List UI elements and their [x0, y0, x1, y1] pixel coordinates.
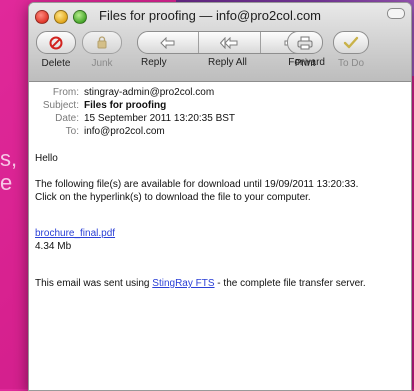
- printer-icon: [297, 36, 313, 49]
- window-controls: [35, 10, 87, 24]
- footer-text-after: - the complete file transfer server.: [214, 278, 366, 289]
- header-to: To: info@pro2col.com: [29, 125, 411, 138]
- print-button[interactable]: Print: [285, 31, 325, 69]
- subject-key: Subject:: [42, 100, 79, 111]
- message-body: Hello The following file(s) are availabl…: [29, 138, 411, 290]
- reply-all-label: Reply All: [207, 57, 247, 68]
- header-from: From: stingray-admin@pro2col.com: [29, 86, 411, 99]
- file-download-link[interactable]: brochure_final.pdf: [35, 228, 115, 239]
- print-label: Print: [294, 58, 316, 69]
- junk-button[interactable]: Junk: [81, 31, 123, 69]
- mail-window: Files for proofing — info@pro2col.com De…: [28, 2, 412, 391]
- todo-button[interactable]: To Do: [331, 31, 371, 69]
- minimize-window-button[interactable]: [54, 10, 68, 24]
- window-title: Files for proofing — info@pro2col.com: [99, 8, 322, 23]
- footer-text-before: This email was sent using: [35, 278, 153, 289]
- message-greeting: Hello: [35, 153, 58, 164]
- header-subject: Subject: Files for proofing: [29, 99, 411, 112]
- from-key: From:: [52, 87, 79, 98]
- close-window-button[interactable]: [35, 10, 49, 24]
- window-titlebar: Files for proofing — info@pro2col.com De…: [29, 3, 411, 82]
- to-value[interactable]: info@pro2col.com: [84, 125, 165, 138]
- reply-arrow-icon: [160, 36, 175, 49]
- date-value: 15 September 2011 13:20:35 BST: [84, 113, 236, 124]
- todo-label: To Do: [337, 58, 365, 69]
- to-key: To:: [65, 126, 79, 137]
- delete-button[interactable]: Delete: [35, 31, 77, 69]
- from-value[interactable]: stingray-admin@pro2col.com: [84, 86, 214, 99]
- toolbar-toggle-button[interactable]: [387, 8, 405, 19]
- checkmark-icon: [343, 36, 359, 48]
- reply-all-arrow-icon: [220, 36, 238, 49]
- junk-icon: [97, 35, 107, 48]
- delete-label: Delete: [41, 58, 71, 69]
- subject-value: Files for proofing: [84, 100, 167, 111]
- reply-button[interactable]: [138, 32, 198, 53]
- reply-all-button[interactable]: [198, 32, 259, 53]
- message-headers: From: stingray-admin@pro2col.com Subject…: [29, 82, 411, 138]
- date-key: Date:: [55, 113, 79, 124]
- reply-label: Reply: [141, 57, 167, 68]
- background-text-line-1: s,: [0, 146, 18, 171]
- message-footer: This email was sent using StingRay FTS -…: [35, 277, 411, 290]
- delete-icon: [49, 36, 63, 49]
- zoom-window-button[interactable]: [73, 10, 87, 24]
- stingray-fts-link[interactable]: StingRay FTS: [152, 278, 214, 289]
- background-text-line-2: e: [0, 170, 13, 195]
- message-line-2: Click on the hyperlink(s) to download th…: [35, 192, 311, 203]
- junk-label: Junk: [91, 58, 113, 69]
- header-date: Date: 15 September 2011 13:20:35 BST: [29, 112, 411, 125]
- message-line-1: The following file(s) are available for …: [35, 179, 359, 190]
- file-size: 4.34 Mb: [35, 241, 72, 252]
